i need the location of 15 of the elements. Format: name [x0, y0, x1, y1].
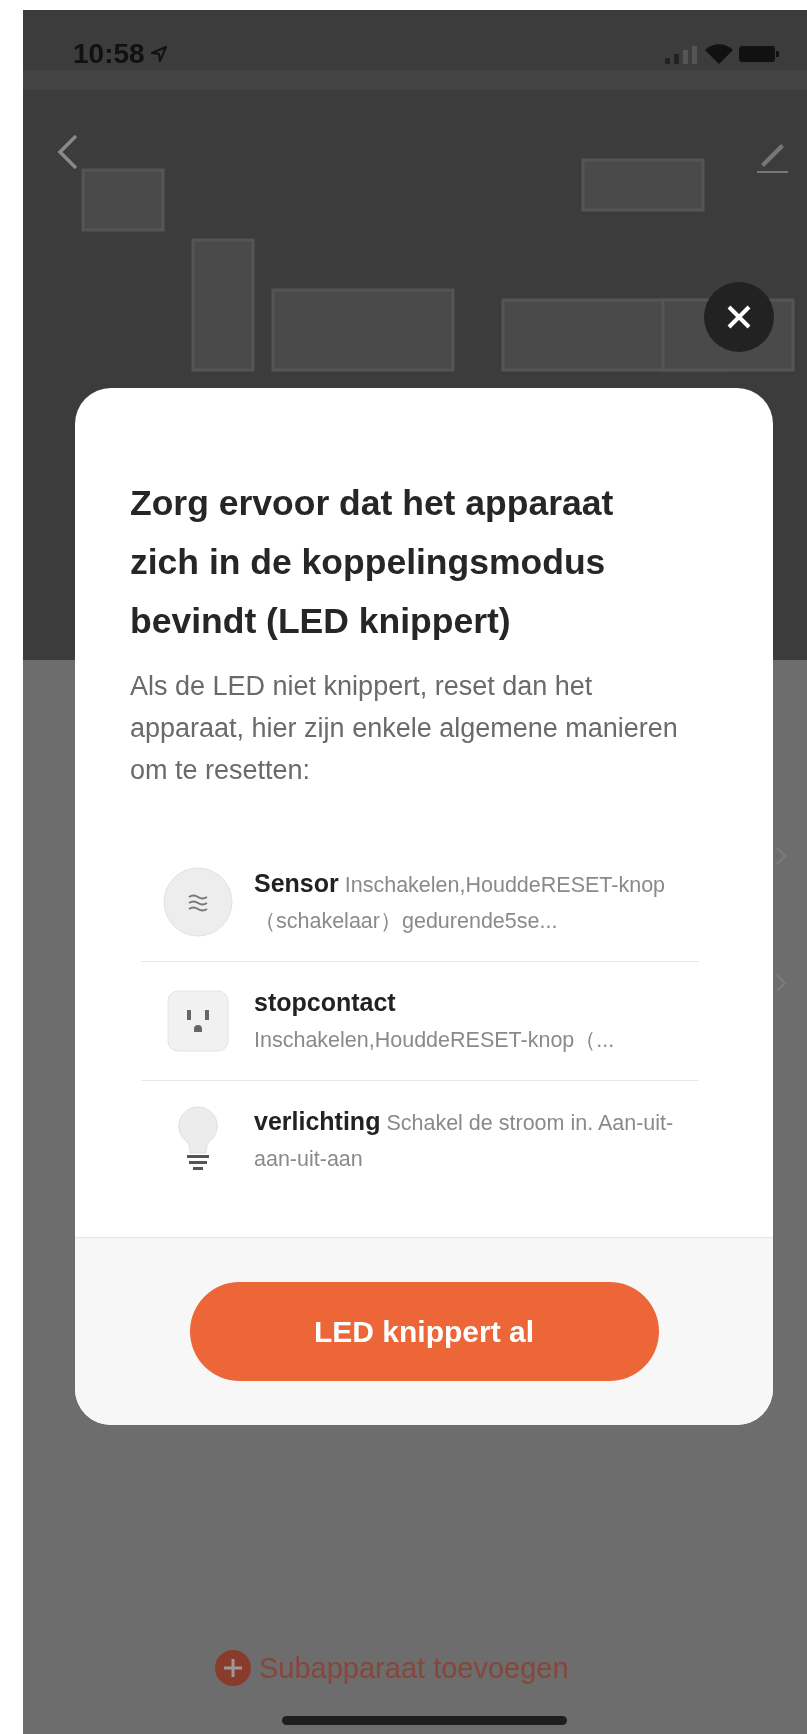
reset-method-text: verlichting Schakel de stroom in. Aan-uit-aan-uit-aan — [254, 1106, 674, 1173]
wifi-icon — [705, 43, 733, 65]
reset-method-text: stopcontact Inschakelen,HouddeRESET-knop（... — [254, 987, 616, 1054]
battery-icon — [739, 45, 779, 63]
dialog-title: Zorg ervoor dat het apparaat zich in de koppelingsmodus bevindt (LED knippert) — [130, 482, 615, 643]
dialog-description: Als de LED niet knippert, reset dan het apparaat, hier zijn enkele algemene manieren om te resetten: — [130, 670, 679, 787]
close-icon — [726, 304, 752, 330]
reset-method-text: Sensor Inschakelen,HouddeRESET-knop（schakelaar）gedurende5se... — [254, 868, 667, 935]
sensor-icon — [161, 866, 234, 938]
socket-icon — [166, 990, 229, 1052]
location-icon — [150, 46, 167, 62]
confirm-button[interactable]: LED knippert al — [189, 1282, 659, 1381]
signal-icon — [665, 44, 699, 64]
plus-circle-icon — [215, 1650, 251, 1686]
back-icon[interactable] — [56, 132, 80, 172]
